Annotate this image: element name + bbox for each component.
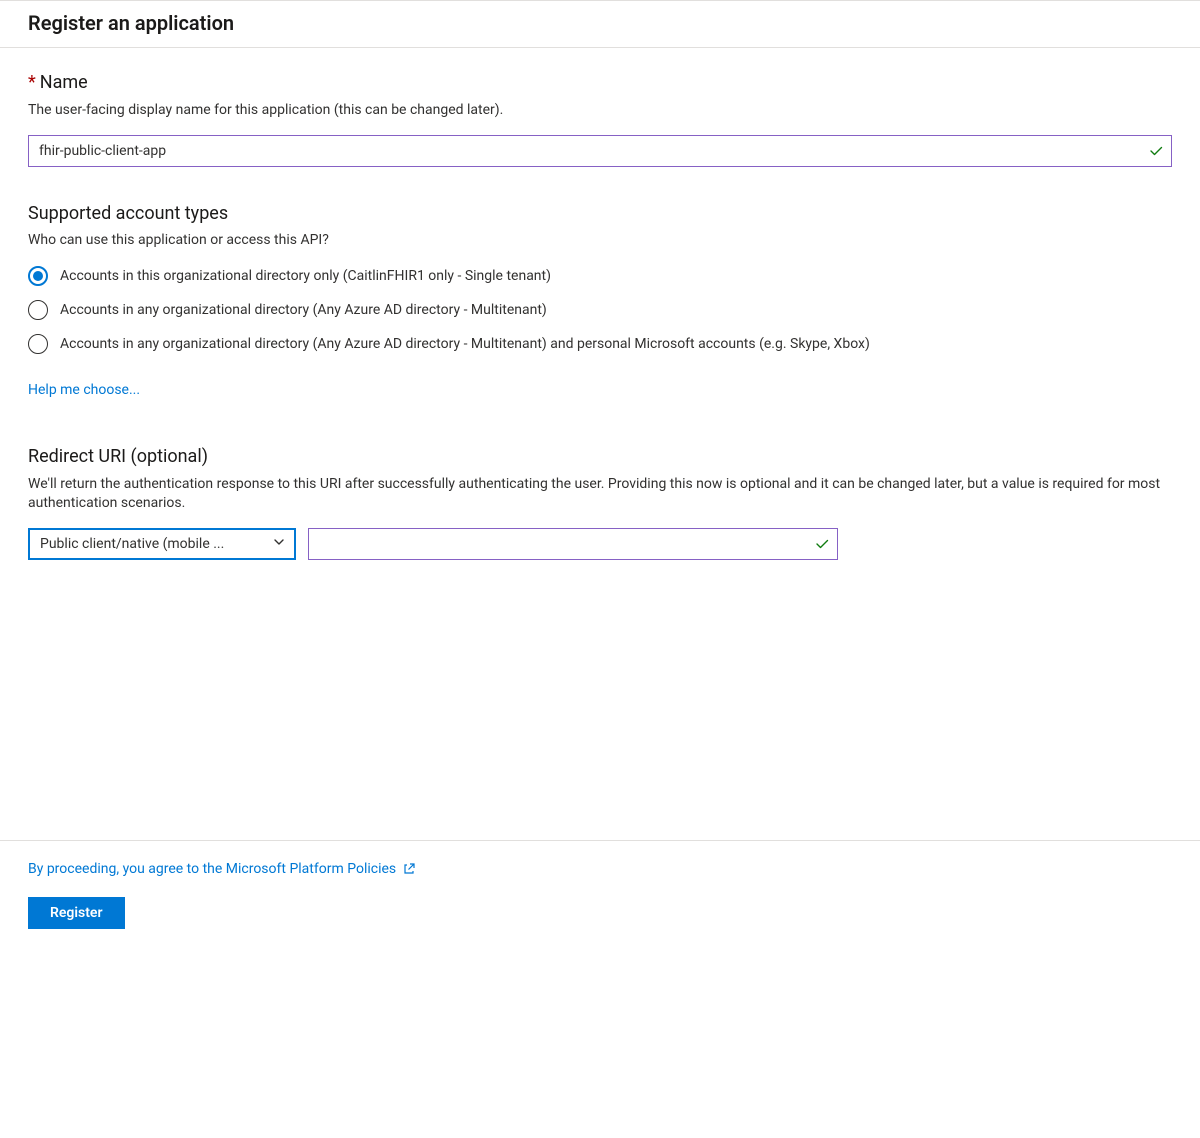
account-types-description: Who can use this application or access t… — [28, 232, 1172, 248]
platform-policies-link[interactable]: By proceeding, you agree to the Microsof… — [28, 861, 396, 877]
radio-label: Accounts in this organizational director… — [60, 268, 551, 284]
register-button[interactable]: Register — [28, 897, 125, 929]
redirect-uri-description: We'll return the authentication response… — [28, 475, 1172, 514]
account-types-radio-group: Accounts in this organizational director… — [28, 266, 1172, 354]
redirect-platform-select[interactable]: Public client/native (mobile ... — [28, 528, 296, 560]
account-type-option-single-tenant[interactable]: Accounts in this organizational director… — [28, 266, 1172, 286]
footer: By proceeding, you agree to the Microsof… — [0, 840, 1200, 969]
page-header: Register an application — [0, 1, 1200, 47]
account-type-option-multitenant[interactable]: Accounts in any organizational directory… — [28, 300, 1172, 320]
name-section-title: *Name — [28, 72, 1172, 93]
redirect-uri-section: Redirect URI (optional) We'll return the… — [28, 446, 1172, 560]
account-types-title: Supported account types — [28, 203, 1172, 224]
account-types-section: Supported account types Who can use this… — [28, 203, 1172, 398]
redirect-platform-selected-text: Public client/native (mobile ... — [40, 536, 224, 552]
name-description: The user-facing display name for this ap… — [28, 101, 1172, 121]
name-label: Name — [40, 72, 88, 93]
name-section: *Name The user-facing display name for t… — [28, 72, 1172, 167]
page-title: Register an application — [28, 11, 1200, 35]
radio-icon — [28, 300, 48, 320]
radio-label: Accounts in any organizational directory… — [60, 302, 547, 318]
help-me-choose-link[interactable]: Help me choose... — [28, 382, 140, 398]
chevron-down-icon — [272, 535, 286, 553]
radio-icon — [28, 334, 48, 354]
redirect-uri-title: Redirect URI (optional) — [28, 446, 1172, 467]
account-type-option-multitenant-personal[interactable]: Accounts in any organizational directory… — [28, 334, 1172, 354]
external-link-icon — [402, 862, 416, 876]
radio-label: Accounts in any organizational directory… — [60, 336, 870, 352]
radio-icon — [28, 266, 48, 286]
redirect-uri-input[interactable] — [308, 528, 838, 560]
name-input[interactable] — [28, 135, 1172, 167]
required-indicator: * — [28, 72, 36, 93]
